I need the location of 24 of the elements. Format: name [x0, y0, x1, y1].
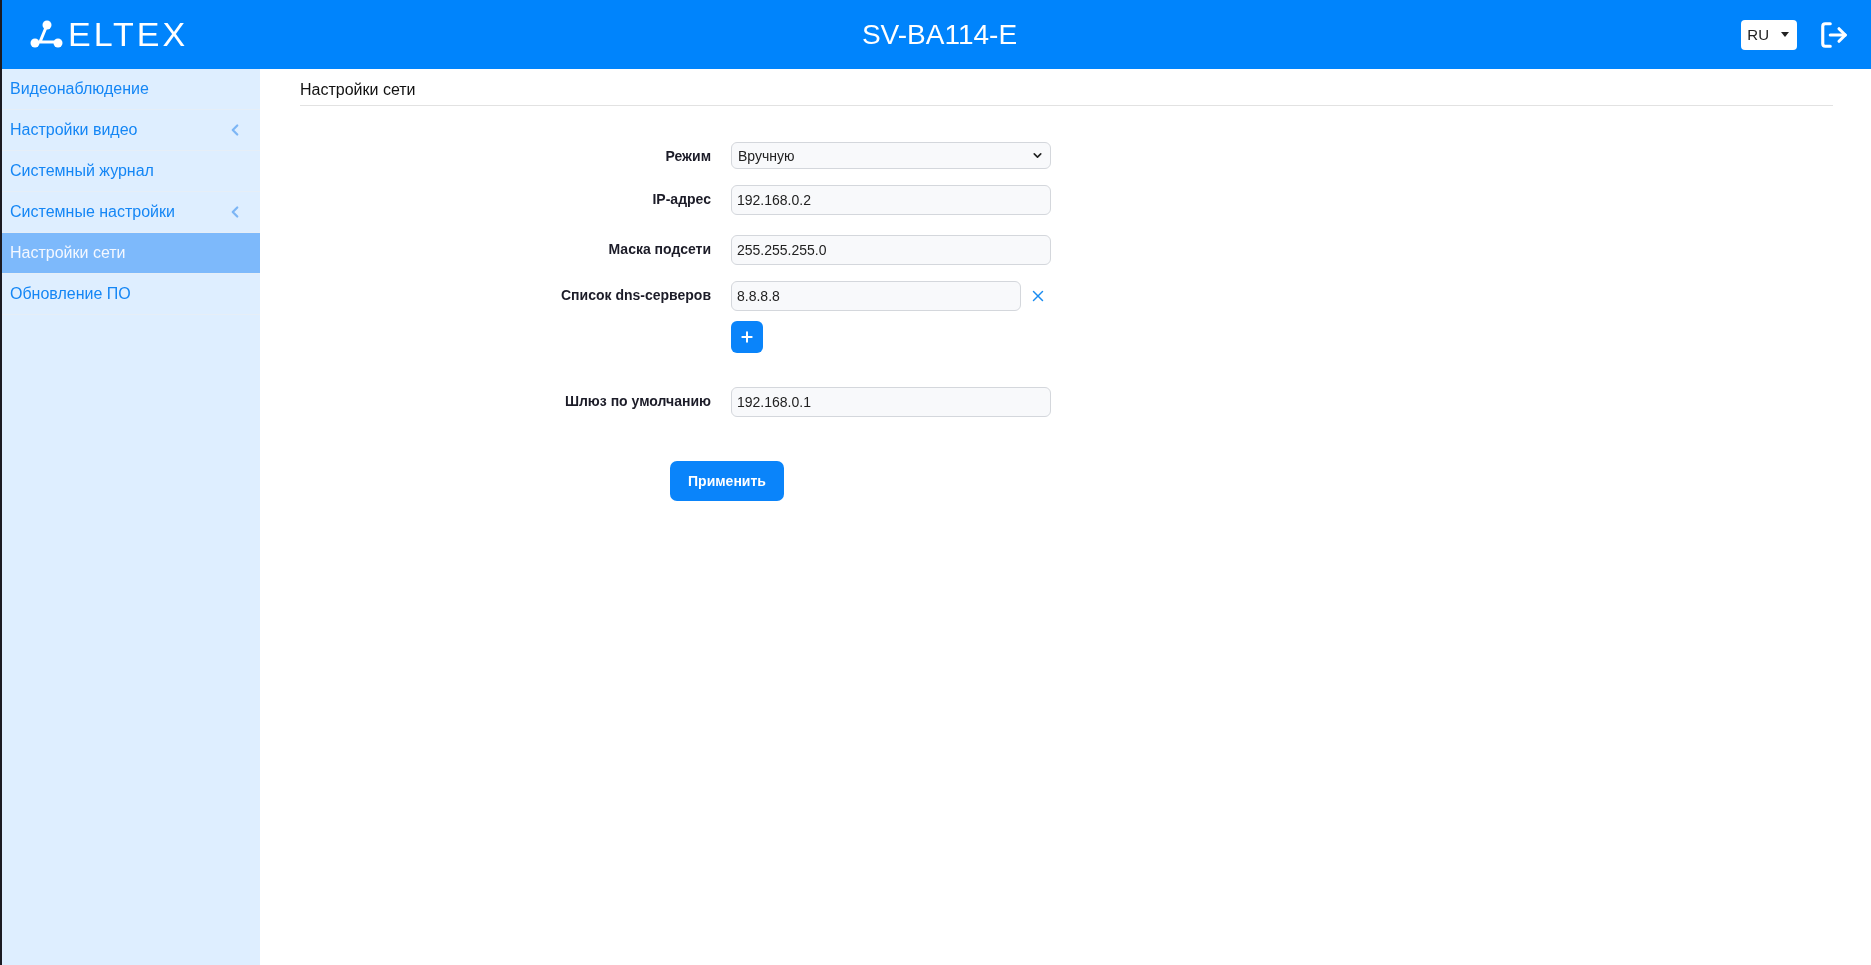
input-field[interactable]: 192.168.0.1	[731, 387, 1051, 417]
page-title: Настройки сети	[300, 81, 1833, 106]
add-button[interactable]	[731, 321, 763, 353]
plus-icon	[739, 329, 755, 345]
field-label: Список dns-серверов	[561, 286, 711, 303]
language-select[interactable]: RU	[1741, 19, 1797, 50]
device-title: SV-BA114-E	[861, 18, 1018, 51]
input-field[interactable]: 255.255.255.0	[731, 235, 1051, 265]
sidebar-item[interactable]: Настройки сети	[2, 233, 260, 274]
input-field[interactable]: 8.8.8.8	[731, 281, 1021, 311]
mode-select[interactable]: Вручную	[731, 142, 1051, 169]
sidebar-item[interactable]: Настройки видео	[2, 110, 260, 151]
logo-icon	[30, 19, 64, 50]
sidebar-item[interactable]: Системный журнал	[2, 151, 260, 192]
field-label: Режим	[665, 147, 711, 164]
field-label: Маска подсети	[608, 240, 711, 257]
logout-icon[interactable]	[1819, 19, 1849, 50]
input-field[interactable]: 192.168.0.2	[731, 185, 1051, 215]
field-label: Шлюз по умолчанию	[564, 392, 711, 409]
apply-button[interactable]: Применить	[670, 461, 784, 501]
logo: ELTEX	[68, 15, 189, 54]
field-label: IP-адрес	[652, 190, 711, 207]
sidebar-item[interactable]: Обновление ПО	[2, 274, 260, 315]
sidebar-item[interactable]: Видеонаблюдение	[2, 69, 260, 110]
